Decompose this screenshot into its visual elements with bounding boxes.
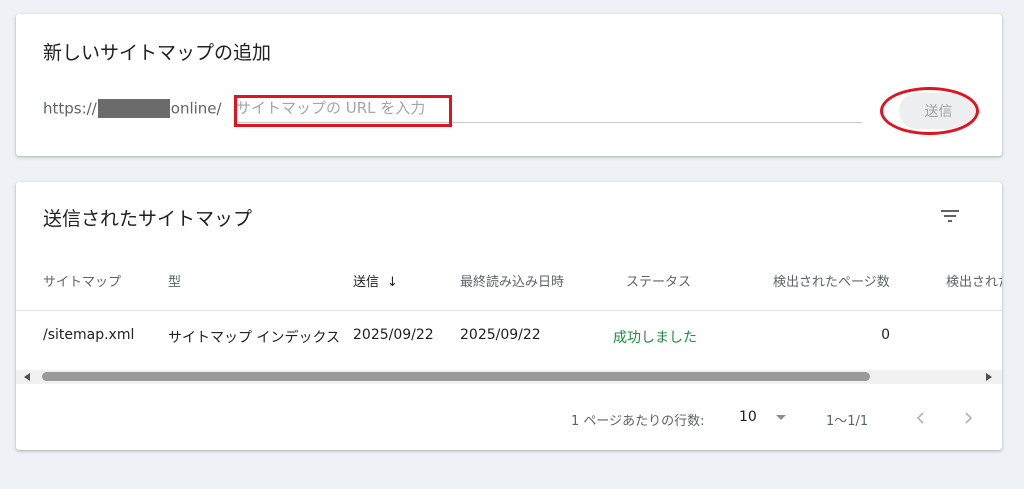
scrollbar-thumb[interactable] — [42, 372, 870, 381]
filter-icon[interactable] — [938, 204, 962, 228]
column-header-last-read[interactable]: 最終読み込み日時 — [460, 271, 564, 290]
horizontal-scrollbar[interactable] — [16, 370, 1002, 384]
column-header-discovered-videos[interactable]: 検出された — [946, 271, 1002, 290]
rows-per-page-select[interactable]: 10 — [739, 409, 757, 425]
scroll-left-arrow-icon[interactable] — [24, 373, 30, 381]
sort-down-icon: ↓ — [387, 275, 398, 290]
cell-status: 成功しました — [613, 330, 697, 346]
cell-type: サイトマップ インデックス — [168, 330, 341, 346]
column-header-type[interactable]: 型 — [168, 271, 181, 290]
sitemap-url-input[interactable] — [234, 94, 866, 122]
cell-sitemap: /sitemap.xml — [43, 327, 135, 343]
column-header-status[interactable]: ステータス — [626, 271, 691, 290]
chevron-right-icon[interactable] — [958, 408, 978, 428]
url-prefix-end: online/ — [170, 99, 222, 118]
chevron-left-icon[interactable] — [911, 408, 931, 428]
redacted-domain — [97, 99, 170, 118]
submit-button[interactable]: 送信 — [899, 93, 978, 129]
submitted-sitemaps-title: 送信されたサイトマップ — [43, 208, 253, 230]
table-header-divider — [16, 310, 1002, 311]
rows-per-page-label: 1 ページあたりの行数: — [571, 414, 705, 429]
column-header-submitted-label: 送信 — [353, 275, 380, 290]
add-sitemap-card: 新しいサイトマップの追加 https:// online/ 送信 — [16, 14, 1002, 156]
cell-last-read: 2025/09/22 — [460, 327, 541, 343]
cell-submitted: 2025/09/22 — [353, 327, 434, 343]
cell-discovered-pages: 0 — [881, 327, 890, 343]
scroll-right-arrow-icon[interactable] — [986, 373, 992, 381]
column-header-sitemap[interactable]: サイトマップ — [43, 271, 121, 290]
sitemap-url-field — [234, 94, 866, 123]
url-prefix: https:// online/ — [43, 99, 222, 118]
column-header-submitted[interactable]: 送信 ↓ — [353, 271, 398, 290]
url-prefix-start: https:// — [43, 99, 97, 118]
dropdown-arrow-icon[interactable] — [776, 415, 786, 420]
add-sitemap-title: 新しいサイトマップの追加 — [43, 42, 272, 64]
submitted-sitemaps-card: 送信されたサイトマップ サイトマップ 型 送信 ↓ 最終読み込み日時 ステータス … — [16, 182, 1002, 450]
pagination-range: 1〜1/1 — [826, 414, 869, 429]
column-header-discovered-pages[interactable]: 検出されたページ数 — [773, 271, 890, 290]
